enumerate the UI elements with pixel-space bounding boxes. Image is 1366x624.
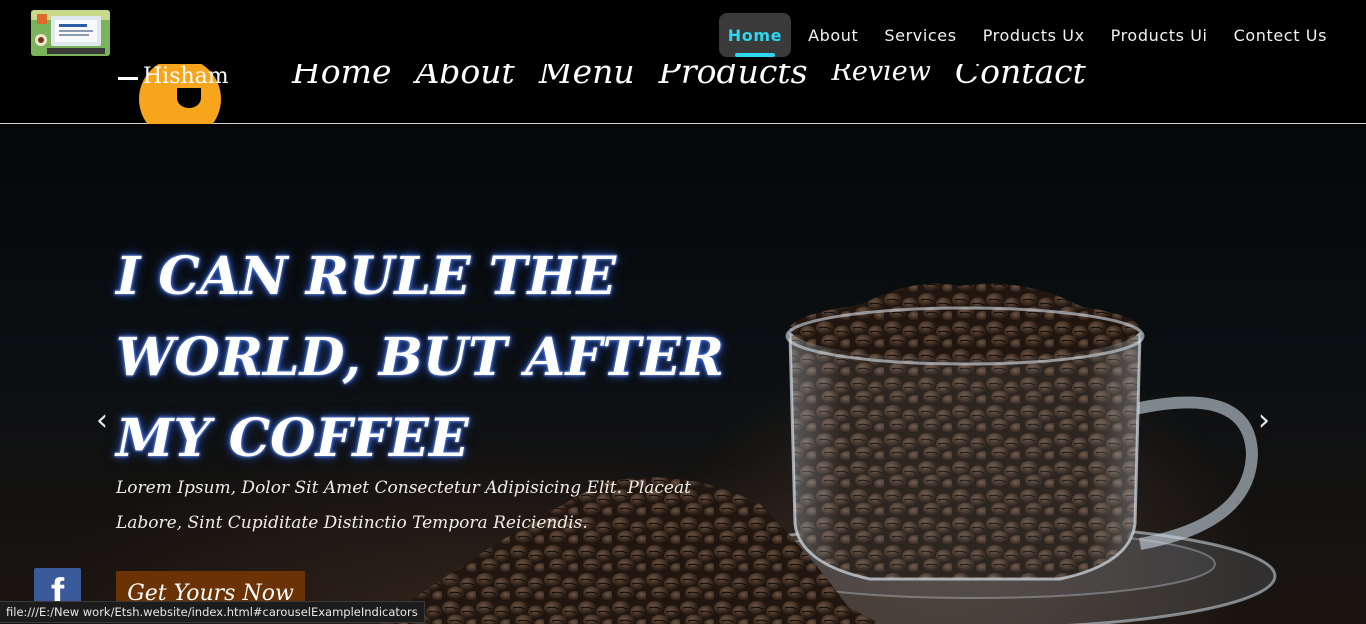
hero-headline-line-3: MY COFFEE xyxy=(116,408,469,469)
hero-description: Lorem Ipsum, Dolor Sit Amet Consectetur … xyxy=(116,478,691,533)
top-nav-menu: Home About Services Products Ux Products… xyxy=(718,13,1336,57)
top-nav-products-ui[interactable]: Products Ui xyxy=(1102,13,1217,57)
hero-headline-line-2: WORLD, BUT AFTER xyxy=(116,327,724,388)
top-nav-products-ux[interactable]: Products Ux xyxy=(974,13,1094,57)
top-navbar: Home About Services Products Ux Products… xyxy=(0,0,1366,64)
carousel-next-icon[interactable]: › xyxy=(1252,406,1276,436)
logo-dash xyxy=(118,77,138,80)
hero-carousel: I CAN RULE THE WORLD, BUT AFTER MY COFFE… xyxy=(0,124,1366,624)
browser-status-bar: file:///E:/New work/Etsh.website/index.h… xyxy=(0,601,425,623)
carousel-prev-icon[interactable]: ‹ xyxy=(90,406,114,436)
logo-text: Hisham xyxy=(143,64,229,89)
brand-thumbnail-image[interactable] xyxy=(31,10,110,56)
hero-headline: I CAN RULE THE WORLD, BUT AFTER MY COFFE… xyxy=(116,236,756,479)
top-nav-services[interactable]: Services xyxy=(875,13,965,57)
hero-headline-line-1: I CAN RULE THE xyxy=(116,246,617,307)
top-nav-about[interactable]: About xyxy=(799,13,867,57)
top-nav-contact[interactable]: Contect Us xyxy=(1225,13,1336,57)
top-nav-home[interactable]: Home xyxy=(718,13,792,57)
